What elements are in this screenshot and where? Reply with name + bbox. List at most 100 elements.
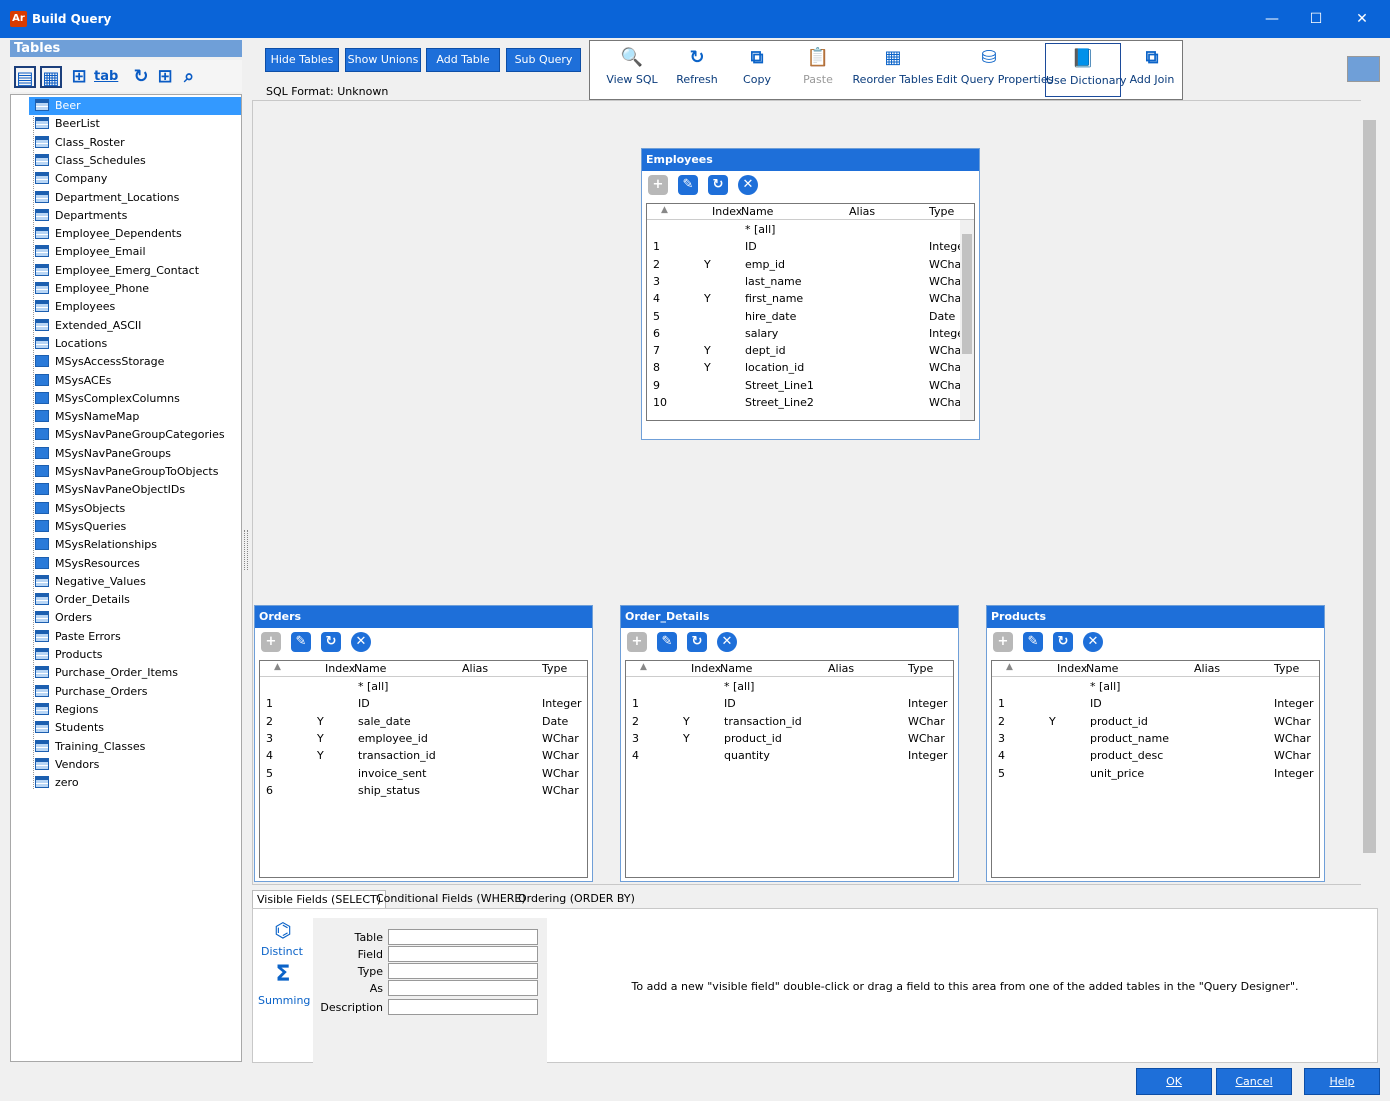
- table-list-item[interactable]: Students: [35, 719, 104, 737]
- field-row[interactable]: 10 Street_Line2 WChar: [647, 394, 974, 411]
- grid-view-icon[interactable]: ▦: [40, 66, 62, 89]
- table-list-item[interactable]: Departments: [35, 207, 127, 225]
- field-row[interactable]: 2 Ytransaction_id WChar: [626, 713, 953, 730]
- table-list-item[interactable]: Employee_Dependents: [35, 225, 182, 243]
- table-list-item[interactable]: MSysNavPaneObjectIDs: [35, 481, 185, 499]
- ok-button[interactable]: OK: [1136, 1068, 1212, 1095]
- field-row[interactable]: 1 ID Integer: [626, 695, 953, 712]
- field-row[interactable]: 3 product_name WChar: [992, 730, 1319, 747]
- field-row[interactable]: 8 Ylocation_id WChar: [647, 359, 974, 376]
- field-row[interactable]: 9 Street_Line1 WChar: [647, 377, 974, 394]
- field-row[interactable]: 5 invoice_sent WChar: [260, 765, 587, 782]
- table-list-item[interactable]: Vendors: [35, 756, 99, 774]
- field-row[interactable]: 5 hire_date Date: [647, 308, 974, 325]
- tab-conditional-fields[interactable]: Conditional Fields (WHERE): [372, 890, 530, 908]
- edit-query-properties-button[interactable]: ⛁ Edit Query Properties: [936, 43, 1053, 97]
- column-header-alias[interactable]: Alias: [1194, 662, 1220, 675]
- tab-visible-fields[interactable]: Visible Fields (SELECT): [252, 890, 387, 908]
- sort-asc-icon[interactable]: ▲: [640, 662, 647, 672]
- edit-icon[interactable]: ✎: [1023, 632, 1043, 652]
- table-list-item[interactable]: MSysNavPaneGroupToObjects: [35, 463, 218, 481]
- table-list-item[interactable]: Negative_Values: [35, 573, 146, 591]
- tables-tree[interactable]: Beer BeerList Class_Roster Class_Schedules C…: [10, 94, 242, 1062]
- products-table-box[interactable]: Products + ✎ ↻ ✕ ▲ Index Name Alias Type * [all] 1 I…: [986, 605, 1325, 882]
- prop-description-input[interactable]: [388, 999, 538, 1015]
- sort-asc-icon[interactable]: ▲: [1006, 662, 1013, 672]
- refresh-icon[interactable]: ↻: [1053, 632, 1073, 652]
- table-list-item[interactable]: Employee_Email: [35, 243, 146, 261]
- sub-query-button[interactable]: Sub Query: [506, 48, 581, 72]
- column-header-alias[interactable]: Alias: [462, 662, 488, 675]
- column-header-index[interactable]: Index: [325, 662, 355, 675]
- table-box-title[interactable]: Employees: [642, 149, 979, 171]
- table-list-item[interactable]: Order_Details: [35, 591, 130, 609]
- field-row[interactable]: 2 Yproduct_id WChar: [992, 713, 1319, 730]
- field-row[interactable]: 6 ship_status WChar: [260, 782, 587, 799]
- field-grid[interactable]: ▲ Index Name Alias Type * [all] 1 ID Integer 2 Ytr…: [625, 660, 954, 878]
- field-grid[interactable]: ▲ Index Name Alias Type * [all] 1 ID Integer 2 Ysa…: [259, 660, 588, 878]
- help-button[interactable]: Help: [1304, 1068, 1380, 1095]
- close-icon[interactable]: ✕: [1347, 8, 1377, 30]
- summing-label[interactable]: Summing: [258, 994, 310, 1007]
- field-row[interactable]: 1 ID Integer: [260, 695, 587, 712]
- column-header-type[interactable]: Type: [542, 662, 567, 675]
- table-list-item[interactable]: MSysObjects: [35, 500, 125, 518]
- field-row[interactable]: 1 ID Integer: [992, 695, 1319, 712]
- field-row[interactable]: 3 Yproduct_id WChar: [626, 730, 953, 747]
- add-field-icon[interactable]: +: [627, 632, 647, 652]
- column-header-index[interactable]: Index: [1057, 662, 1087, 675]
- designer-scrollbar-thumb[interactable]: [1363, 120, 1376, 853]
- table-list-item[interactable]: Department_Locations: [35, 189, 179, 207]
- view-sql-button[interactable]: 🔍 View SQL: [600, 43, 664, 97]
- layout-toggle-icon[interactable]: [1347, 56, 1380, 82]
- tab-icon[interactable]: tab: [94, 66, 118, 88]
- orders-table-box[interactable]: Orders + ✎ ↻ ✕ ▲ Index Name Alias Type * [all] 1 ID I…: [254, 605, 593, 882]
- paste-button[interactable]: 📋 Paste: [794, 43, 842, 97]
- field-row[interactable]: * [all]: [626, 678, 953, 695]
- refresh-icon[interactable]: ↻: [321, 632, 341, 652]
- reorder-tables-button[interactable]: ▦ Reorder Tables: [852, 43, 934, 97]
- table-list-item[interactable]: Company: [35, 170, 107, 188]
- use-dictionary-button[interactable]: 📘 Use Dictionary: [1045, 43, 1126, 97]
- table-list-item[interactable]: Beer: [29, 97, 241, 115]
- field-row[interactable]: 2 Yemp_id WChar: [647, 256, 974, 273]
- column-header-name[interactable]: Name: [741, 205, 773, 218]
- field-grid-scrollbar[interactable]: [960, 220, 974, 420]
- table-list-item[interactable]: Extended_ASCII: [35, 317, 141, 335]
- column-header-type[interactable]: Type: [908, 662, 933, 675]
- field-row[interactable]: * [all]: [260, 678, 587, 695]
- refresh-icon[interactable]: ↻: [130, 66, 152, 88]
- table-list-item[interactable]: Employee_Emerg_Contact: [35, 262, 199, 280]
- order-details-table-box[interactable]: Order_Details + ✎ ↻ ✕ ▲ Index Name Alias Type * [a…: [620, 605, 959, 882]
- table-list-item[interactable]: BeerList: [35, 115, 100, 133]
- field-row[interactable]: 4 Yfirst_name WChar: [647, 290, 974, 307]
- employees-table-box[interactable]: Employees + ✎ ↻ ✕ ▲ Index Name Alias Type * [all] 1…: [641, 148, 980, 440]
- field-row[interactable]: 3 last_name WChar: [647, 273, 974, 290]
- table-list-item[interactable]: Locations: [35, 335, 107, 353]
- field-row[interactable]: 2 Ysale_date Date: [260, 713, 587, 730]
- refresh-icon[interactable]: ↻: [687, 632, 707, 652]
- remove-icon[interactable]: ✕: [717, 632, 737, 652]
- column-header-type[interactable]: Type: [1274, 662, 1299, 675]
- prop-field-input[interactable]: [388, 946, 538, 962]
- table-box-title[interactable]: Products: [987, 606, 1324, 628]
- column-header-name[interactable]: Name: [354, 662, 386, 675]
- add-field-icon[interactable]: +: [993, 632, 1013, 652]
- edit-icon[interactable]: ✎: [291, 632, 311, 652]
- prop-table-input[interactable]: [388, 929, 538, 945]
- table-list-item[interactable]: Training_Classes: [35, 738, 145, 756]
- field-row[interactable]: 7 Ydept_id WChar: [647, 342, 974, 359]
- table-box-title[interactable]: Order_Details: [621, 606, 958, 628]
- prop-type-input[interactable]: [388, 963, 538, 979]
- field-row[interactable]: 4 product_desc WChar: [992, 747, 1319, 764]
- table-box-title[interactable]: Orders: [255, 606, 592, 628]
- add-field-icon[interactable]: +: [261, 632, 281, 652]
- remove-icon[interactable]: ✕: [738, 175, 758, 195]
- copy-button[interactable]: ⧉ Copy: [732, 43, 782, 97]
- table-list-item[interactable]: MSysNameMap: [35, 408, 139, 426]
- table-list-item[interactable]: MSysResources: [35, 555, 140, 573]
- cancel-button[interactable]: Cancel: [1216, 1068, 1292, 1095]
- table-list-item[interactable]: Products: [35, 646, 103, 664]
- add-join-button[interactable]: ⧉ Add Join: [1126, 43, 1178, 97]
- tab-ordering[interactable]: Ordering (ORDER BY): [514, 890, 639, 908]
